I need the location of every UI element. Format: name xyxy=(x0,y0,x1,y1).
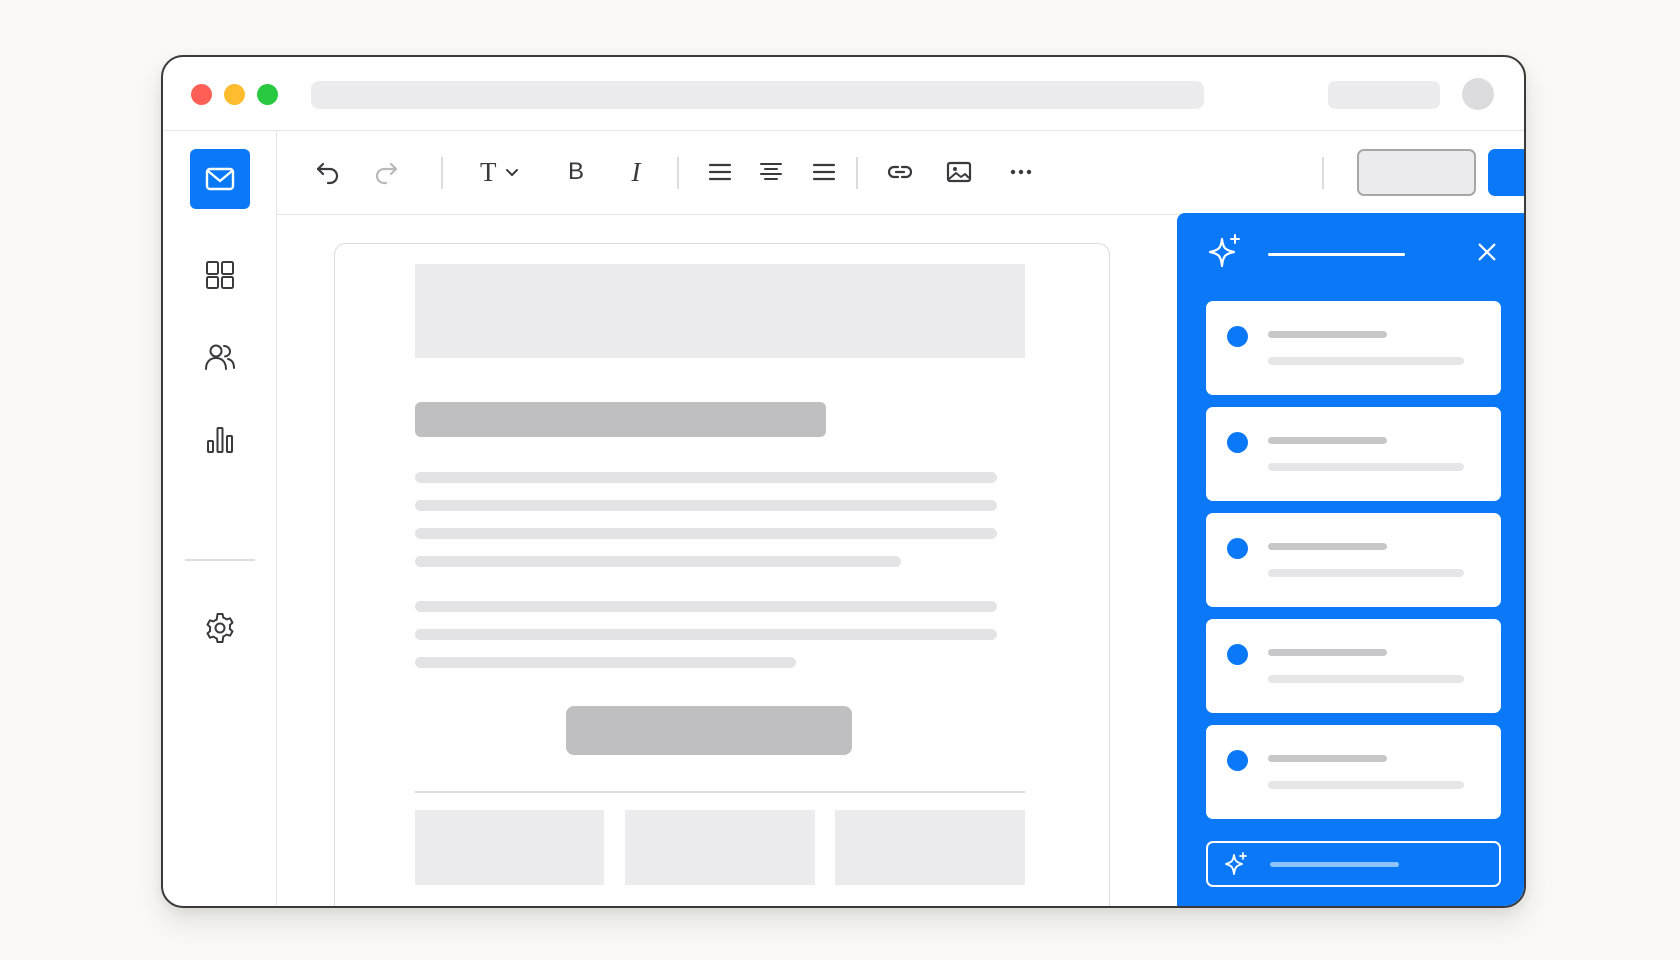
suggestion-title-line xyxy=(1268,543,1387,550)
column-block-placeholder[interactable] xyxy=(835,810,1025,885)
editor-canvas xyxy=(277,215,1177,906)
close-panel-button[interactable] xyxy=(1473,238,1501,266)
column-block-placeholder[interactable] xyxy=(415,810,604,885)
undo-icon xyxy=(316,162,339,185)
suggestion-bullet xyxy=(1227,432,1248,453)
link-icon xyxy=(887,165,913,179)
content-divider xyxy=(415,791,1025,793)
text-line xyxy=(415,528,997,539)
chevron-down-icon xyxy=(505,169,518,176)
suggestion-text-line xyxy=(1268,357,1464,365)
align-right-icon xyxy=(812,163,836,181)
suggestion-title-line xyxy=(1268,649,1387,656)
toolbar-separator xyxy=(856,157,858,189)
suggestion-title-line xyxy=(1268,437,1387,444)
ai-assistant-panel xyxy=(1177,213,1524,906)
email-document[interactable] xyxy=(334,243,1110,906)
italic-icon: I xyxy=(631,156,641,187)
ai-panel-title xyxy=(1268,253,1405,256)
image-icon xyxy=(946,161,972,183)
editor-toolbar: T B I xyxy=(277,131,1524,215)
sidebar-item-settings[interactable] xyxy=(190,598,250,658)
text-line xyxy=(415,601,997,612)
toolbar-separator xyxy=(677,157,679,189)
heading-placeholder[interactable] xyxy=(415,402,826,437)
bold-button[interactable]: B xyxy=(559,155,593,189)
send-button[interactable] xyxy=(1488,149,1524,196)
close-window-button[interactable] xyxy=(191,84,212,105)
align-left-button[interactable] xyxy=(703,155,737,189)
suggestion-bullet xyxy=(1227,326,1248,347)
sidebar-item-mail[interactable] xyxy=(190,149,250,209)
ai-prompt-input[interactable] xyxy=(1206,841,1501,887)
sidebar-divider xyxy=(185,559,255,561)
suggestion-card[interactable] xyxy=(1206,407,1501,501)
title-bar xyxy=(163,57,1524,131)
suggestion-bullet xyxy=(1227,644,1248,665)
preview-button[interactable] xyxy=(1357,149,1476,196)
image-button[interactable] xyxy=(942,155,976,189)
sidebar-item-contacts[interactable] xyxy=(190,327,250,387)
suggestion-bullet xyxy=(1227,750,1248,771)
text-line xyxy=(415,629,997,640)
toolbar-separator xyxy=(441,157,443,189)
more-button[interactable] xyxy=(1004,155,1038,189)
suggestion-card[interactable] xyxy=(1206,301,1501,395)
align-center-button[interactable] xyxy=(754,155,788,189)
link-button[interactable] xyxy=(883,155,917,189)
close-icon xyxy=(1478,243,1496,261)
suggestion-card[interactable] xyxy=(1206,619,1501,713)
suggestion-text-line xyxy=(1268,781,1464,789)
sparkle-icon xyxy=(1208,234,1240,268)
text-line xyxy=(415,657,796,668)
more-icon xyxy=(1010,169,1032,175)
suggestion-bullet xyxy=(1227,538,1248,559)
sidebar xyxy=(163,131,277,906)
text-line xyxy=(415,472,997,483)
titlebar-action-button[interactable] xyxy=(1328,81,1440,109)
redo-button[interactable] xyxy=(370,155,404,189)
bold-icon: B xyxy=(567,158,584,185)
align-right-button[interactable] xyxy=(807,155,841,189)
app-window: T B I xyxy=(161,55,1526,908)
sidebar-item-analytics[interactable] xyxy=(190,410,250,470)
italic-button[interactable]: I xyxy=(619,155,653,189)
address-bar[interactable] xyxy=(311,81,1204,109)
mail-icon xyxy=(205,167,235,191)
maximize-window-button[interactable] xyxy=(257,84,278,105)
text-style-icon: T xyxy=(480,156,497,187)
users-icon xyxy=(205,344,235,370)
suggestion-card[interactable] xyxy=(1206,725,1501,819)
sidebar-item-templates[interactable] xyxy=(190,245,250,305)
column-block-placeholder[interactable] xyxy=(625,810,815,885)
avatar[interactable] xyxy=(1462,78,1494,110)
minimize-window-button[interactable] xyxy=(224,84,245,105)
text-style-dropdown[interactable]: T xyxy=(480,155,532,189)
header-image-placeholder[interactable] xyxy=(415,264,1025,358)
redo-icon xyxy=(375,162,398,185)
bar-chart-icon xyxy=(207,427,233,453)
suggestion-text-line xyxy=(1268,463,1464,471)
ai-prompt-placeholder-line xyxy=(1270,862,1399,867)
align-left-icon xyxy=(708,163,732,181)
grid-icon xyxy=(206,261,234,289)
undo-button[interactable] xyxy=(310,155,344,189)
suggestion-title-line xyxy=(1268,755,1387,762)
suggestion-card[interactable] xyxy=(1206,513,1501,607)
gear-icon xyxy=(206,613,234,643)
suggestion-title-line xyxy=(1268,331,1387,338)
suggestion-text-line xyxy=(1268,569,1464,577)
text-line xyxy=(415,500,997,511)
text-line xyxy=(415,556,901,567)
suggestion-text-line xyxy=(1268,675,1464,683)
sparkle-icon xyxy=(1225,852,1247,875)
align-center-icon xyxy=(760,163,782,180)
toolbar-separator xyxy=(1322,157,1324,189)
cta-button-placeholder[interactable] xyxy=(566,706,852,755)
